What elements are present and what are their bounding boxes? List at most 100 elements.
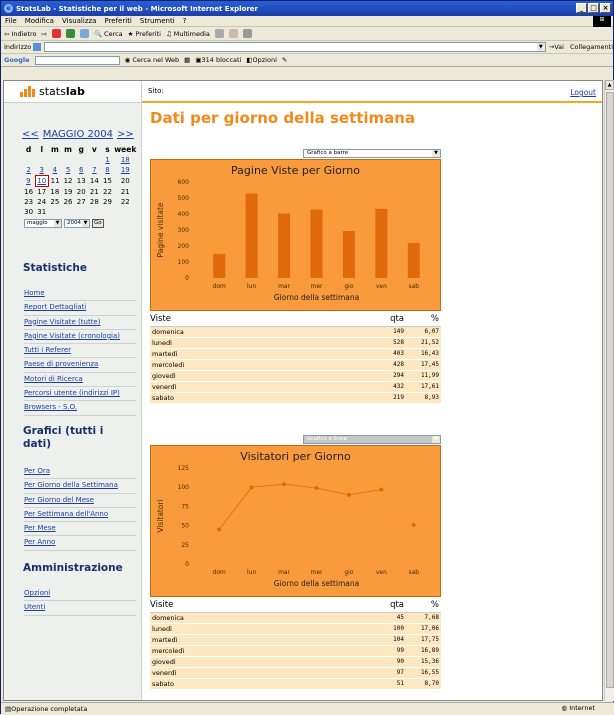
month-select[interactable]: maggio ▼ [24,219,62,228]
qta-cell: 51 [370,678,406,690]
scroll-up-icon[interactable]: ▲ [605,80,614,90]
calendar-day[interactable]: 7 [88,165,101,176]
history-icon[interactable] [214,29,224,38]
calendar-day-today[interactable]: 10 [34,175,49,187]
stop-icon[interactable] [51,29,61,38]
qta-cell: 528 [370,337,406,349]
day-cell: venerdì [150,667,370,679]
calendar-day[interactable]: 9 [22,176,35,187]
menu-link-user-paths[interactable]: Percorsi utente (indirizzi IP) [24,387,136,402]
x-axis-label: Giorno della settimana [274,293,359,302]
calendar-go-button[interactable]: Go [92,219,104,228]
calendar-day[interactable]: 2 [22,165,35,176]
popup-blocker[interactable]: ▣314 bloccati [195,56,241,64]
calendar-week[interactable]: 18 [114,155,136,165]
calendar-prev[interactable]: << [22,129,39,140]
chart-type-select-2[interactable]: Grafico a linee ▼ [303,435,441,444]
search-button[interactable]: 🔍 Cerca [94,30,123,38]
search-icon: 🔍 [93,29,103,38]
links-label[interactable]: Collegamenti [570,43,613,51]
google-search-input[interactable] [34,55,120,65]
maximize-button[interactable]: □ [588,3,599,13]
mail-icon[interactable] [228,29,238,38]
day-cell: lunedì [150,337,370,349]
minimize-button[interactable]: _ [576,3,587,13]
menu-link-per-ora[interactable]: Per Ora [24,465,136,480]
menu-link-pages-history[interactable]: Pagine Visitate (cronologia) [24,330,136,345]
x-tick-label: ven [376,283,387,290]
calendar-day: 19 [63,187,73,196]
calendar-next[interactable]: >> [117,129,134,140]
calendar-day[interactable]: 6 [75,165,88,176]
calendar-day[interactable]: 1 [101,155,114,165]
highlight-icon[interactable]: ✎ [282,56,287,64]
calendar-day[interactable]: 5 [61,165,74,176]
menu-link-report[interactable]: Report Dettagliati [24,301,136,316]
ie-icon: e [4,4,13,13]
calendar-day[interactable]: 8 [101,165,114,176]
pct-cell: 17,61 [406,381,441,393]
back-button[interactable]: ⇦ Indietro [4,30,36,38]
graphs-menu: Per Ora Per Giorno della Settimana Per G… [24,465,136,551]
y-tick-label: 200 [178,243,190,250]
chart-type-select-1[interactable]: Grafico a barre ▼ [303,149,441,158]
menu-modifica[interactable]: Modifica [25,17,54,25]
back-arrow-icon: ⇦ [4,29,10,38]
menu-file[interactable]: File [5,17,17,25]
y-tick-label: 50 [181,523,189,530]
x-tick-label: dom [213,569,226,576]
menu-link-country[interactable]: Paese di provenienza [24,358,136,373]
multimedia-button[interactable]: ♫ Multimedia [166,30,210,38]
menu-link-referer[interactable]: Tutti i Referer [24,344,136,359]
menu-visualizza[interactable]: Visualizza [62,17,96,25]
menu-link-per-settimana[interactable]: Per Settimana dell'Anno [24,508,136,523]
menu-link-per-mese[interactable]: Per Mese [24,522,136,537]
calendar-day[interactable]: 3 [35,165,48,176]
y-tick-label: 0 [185,561,189,568]
menu-help[interactable]: ? [183,17,187,25]
calendar-day: 26 [63,198,73,206]
forward-button[interactable]: ⇨ [41,30,46,38]
go-button[interactable]: →Vai [549,43,564,51]
menu-bar: File Modifica Visualizza Preferiti Strum… [1,16,613,27]
y-tick-label: 75 [181,503,189,510]
day-header: d [25,145,32,154]
menu-link-pages-all[interactable]: Pagine Visitate (tutte) [24,316,136,330]
refresh-icon[interactable] [65,29,75,38]
menu-link-per-giorno-mese[interactable]: Per Giorno del Mese [24,494,136,508]
calendar-month[interactable]: MAGGIO 2004 [43,129,113,140]
forward-arrow-icon: ⇨ [41,29,47,38]
menu-link-search-engines[interactable]: Motori di Ricerca [24,373,136,388]
options-button[interactable]: ◧Opzioni [246,56,277,64]
google-logo[interactable]: Google [4,56,30,64]
calendar-week: 22 [120,198,130,206]
menu-link-utenti[interactable]: Utenti [24,601,136,616]
windows-logo-icon: ⊞ [593,16,611,27]
print-icon[interactable] [242,29,252,38]
menu-strumenti[interactable]: Strumenti [140,17,175,25]
day-cell: domenica [150,612,370,624]
scrollbar-thumb[interactable] [606,92,614,688]
y-tick-label: 0 [185,275,189,282]
calendar-day[interactable]: 4 [48,165,61,176]
address-input[interactable]: ▼ [44,42,546,52]
favorites-button[interactable]: ★ Preferiti [128,30,161,38]
statslab-logo[interactable]: stats lab [4,81,141,103]
vertical-scrollbar[interactable]: ▲ [604,80,614,701]
menu-link-home[interactable]: Home [24,287,136,302]
address-dropdown-icon[interactable]: ▼ [536,43,545,51]
logout-link[interactable]: Logout [570,88,596,97]
pct-cell: 8,70 [406,678,441,690]
menu-preferiti[interactable]: Preferiti [104,17,131,25]
year-select[interactable]: 2004 ▼ [64,219,90,228]
menu-link-per-giorno-settimana[interactable]: Per Giorno della Settimana [24,479,136,494]
google-search-button[interactable]: ◉ Cerca nel Web [125,56,180,64]
home-icon[interactable] [79,29,89,38]
close-button[interactable]: × [600,3,611,13]
menu-link-opzioni[interactable]: Opzioni [24,587,136,602]
menu-link-browsers[interactable]: Browsers - S.O. [24,401,136,416]
calendar-week[interactable]: 19 [114,165,136,176]
menu-link-per-anno[interactable]: Per Anno [24,536,136,551]
day-header: l [40,145,44,154]
pagerank-icon[interactable]: ▦ [184,56,190,64]
